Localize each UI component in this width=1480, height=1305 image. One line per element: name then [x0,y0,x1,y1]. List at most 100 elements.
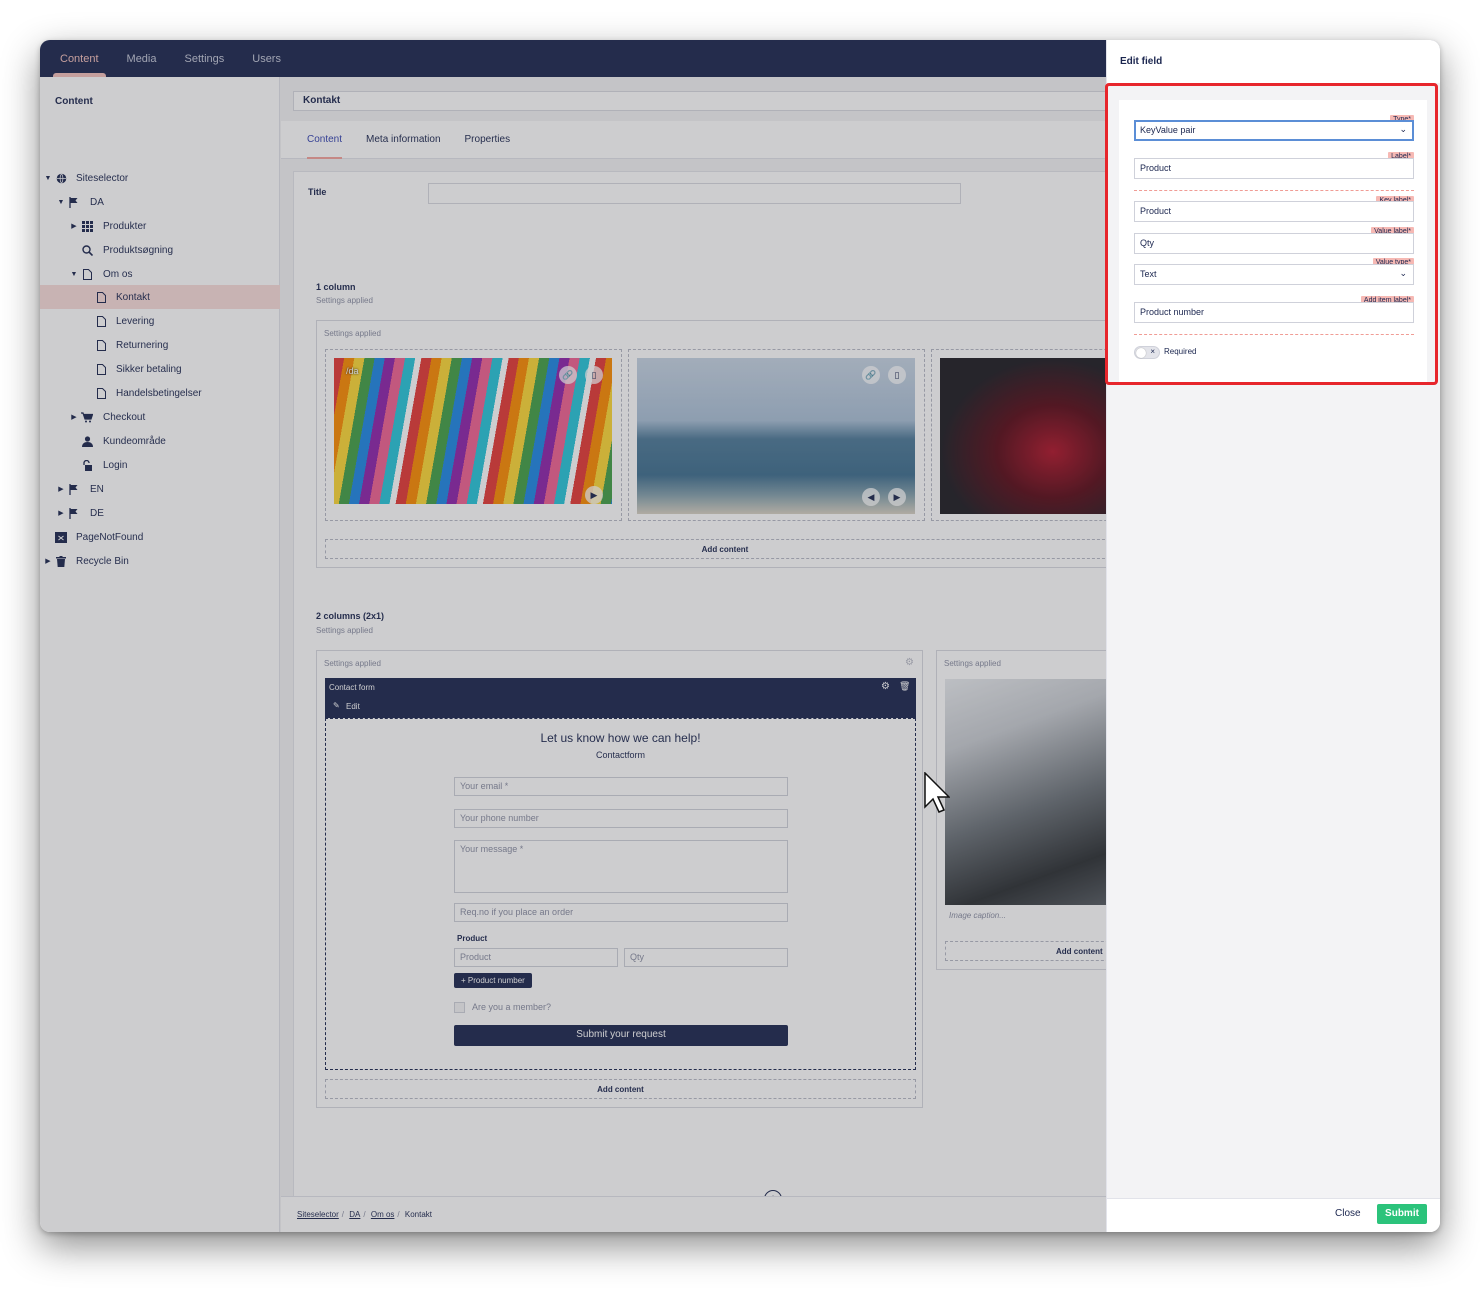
product-field[interactable]: Product [454,948,618,967]
label-input[interactable]: Product [1134,158,1414,179]
chevron-right-icon[interactable]: ▶ [888,488,906,506]
tree-item-kontakt[interactable]: Kontakt [40,285,280,309]
tree-label: DE [90,507,104,519]
document-icon [94,338,108,352]
breadcrumb-current: Kontakt [404,1210,433,1219]
chevron-left-icon[interactable]: ◀ [862,488,880,506]
section-subtitle: Settings applied [316,626,373,635]
caret-right-icon[interactable]: ▶ [70,222,78,230]
value-type-select[interactable]: Text ⌄ [1134,264,1414,285]
caret-down-icon[interactable]: ▼ [44,175,52,182]
add-content-button[interactable]: Add content [325,539,1125,559]
editor-main: Kontakt Content Meta information Propert… [281,77,1129,1232]
tree-item-siteselector[interactable]: ▼ Siteselector [40,166,280,190]
title-input[interactable] [428,183,961,204]
tree-label: Login [103,459,128,471]
tree-label: Siteselector [76,172,129,184]
tree-item-produkter[interactable]: ▶ Produkter [40,214,280,238]
pencil-icon[interactable]: ✎ [333,701,340,710]
image-caption[interactable]: Image caption... [949,911,1006,920]
add-content-button[interactable]: Add content [325,1079,916,1099]
image-cell[interactable]: /da 🔗 ▯ ▶ [325,349,622,521]
section-title: 1 column [316,282,356,292]
reqno-field[interactable]: Req.no if you place an order [454,903,788,922]
panel-title: Edit field [1107,40,1440,83]
image-cell[interactable]: 🔗 ▯ ◀ ▶ [628,349,925,521]
grid-icon [80,219,94,233]
add-content-button[interactable]: Add content [945,941,1129,961]
email-field[interactable]: Your email * [454,777,788,796]
value-label-input[interactable]: Qty [1134,233,1414,254]
nav-users[interactable]: Users [238,40,295,77]
submit-button[interactable]: Submit [1377,1204,1427,1224]
image-overlay-text: /da [346,366,359,376]
mouse-cursor-icon [924,772,950,813]
mobile-icon[interactable]: ▯ [888,366,906,384]
breadcrumb-link[interactable]: DA [349,1210,360,1219]
tree-item-checkout[interactable]: ▶ Checkout [40,405,280,429]
tree-label: Kontakt [116,291,150,303]
trash-icon[interactable]: 🗑 [899,681,910,692]
add-item-label-input[interactable]: Product number [1134,302,1414,323]
gear-icon[interactable]: ⚙ [881,681,890,692]
required-toggle[interactable]: × [1134,346,1160,359]
search-icon [80,243,94,257]
caret-right-icon[interactable]: ▶ [57,485,65,493]
nav-settings[interactable]: Settings [171,40,239,77]
image-cell[interactable] [931,349,1128,521]
add-product-number-button[interactable]: + Product number [454,973,532,988]
tree-item-handelsbetingelser[interactable]: Handelsbetingelser [40,381,280,405]
member-checkbox[interactable] [454,1002,465,1013]
caret-right-icon[interactable]: ▶ [57,509,65,517]
contact-form-block-header[interactable]: Contact form ⚙ 🗑 ✎ Edit [325,678,916,718]
message-field[interactable]: Your message * [454,840,788,893]
nav-content[interactable]: Content [46,40,113,77]
breadcrumb-link[interactable]: Om os [371,1210,395,1219]
tree-item-recycle-bin[interactable]: ▶ Recycle Bin [40,549,280,573]
tree-item-om-os[interactable]: ▼ Om os [40,262,280,286]
tree-item-kundeomrade[interactable]: Kundeområde [40,429,280,453]
close-button[interactable]: Close [1335,1208,1361,1219]
tree-item-levering[interactable]: Levering [40,309,280,333]
caret-right-icon[interactable]: ▶ [70,413,78,421]
flag-icon [67,195,81,209]
tab-meta-information[interactable]: Meta information [354,121,452,158]
link-icon[interactable]: 🔗 [559,366,577,384]
tree-item-sikker-betaling[interactable]: Sikker betaling [40,357,280,381]
nav-media[interactable]: Media [113,40,171,77]
tree-label: Returnering [116,339,169,351]
tree-item-en[interactable]: ▶ EN [40,477,280,501]
breadcrumb: Siteselector / DA / Om os / Kontakt [281,1196,1106,1232]
chevron-right-icon[interactable]: ▶ [585,486,603,504]
area-settings-label: Settings applied [324,329,381,338]
type-select[interactable]: KeyValue pair ⌄ [1134,120,1414,141]
gear-icon[interactable]: ⚙ [905,657,914,668]
tree-label: Om os [103,268,133,280]
tab-properties[interactable]: Properties [453,121,523,158]
tab-content[interactable]: Content [295,121,354,159]
tree-item-produktsogning[interactable]: Produktsøgning [40,238,280,262]
member-label: Are you a member? [472,1002,552,1012]
document-name-field[interactable]: Kontakt [293,91,1123,111]
user-icon [80,434,94,448]
tree-item-pagenotfound[interactable]: PageNotFound [40,525,280,549]
caret-down-icon[interactable]: ▼ [70,271,78,278]
tree-item-da[interactable]: ▼ DA [40,190,280,214]
qty-field[interactable]: Qty [624,948,788,967]
printer-repair-image[interactable] [945,679,1125,905]
submit-request-button[interactable]: Submit your request [454,1025,788,1046]
tree-item-returnering[interactable]: Returnering [40,333,280,357]
document-icon [94,290,108,304]
link-icon[interactable]: 🔗 [862,366,880,384]
key-label-input[interactable]: Product [1134,201,1414,222]
tree-item-de[interactable]: ▶ DE [40,501,280,525]
edit-label[interactable]: Edit [346,702,360,711]
mobile-icon[interactable]: ▯ [585,366,603,384]
content-canvas: Title 1 column Settings applied Settings… [293,171,1129,1231]
caret-down-icon[interactable]: ▼ [57,199,65,206]
caret-right-icon[interactable]: ▶ [44,557,52,565]
breadcrumb-link[interactable]: Siteselector [297,1210,339,1219]
tree-item-login[interactable]: Login [40,453,280,477]
phone-field[interactable]: Your phone number [454,809,788,828]
tree-label: PageNotFound [76,531,144,543]
